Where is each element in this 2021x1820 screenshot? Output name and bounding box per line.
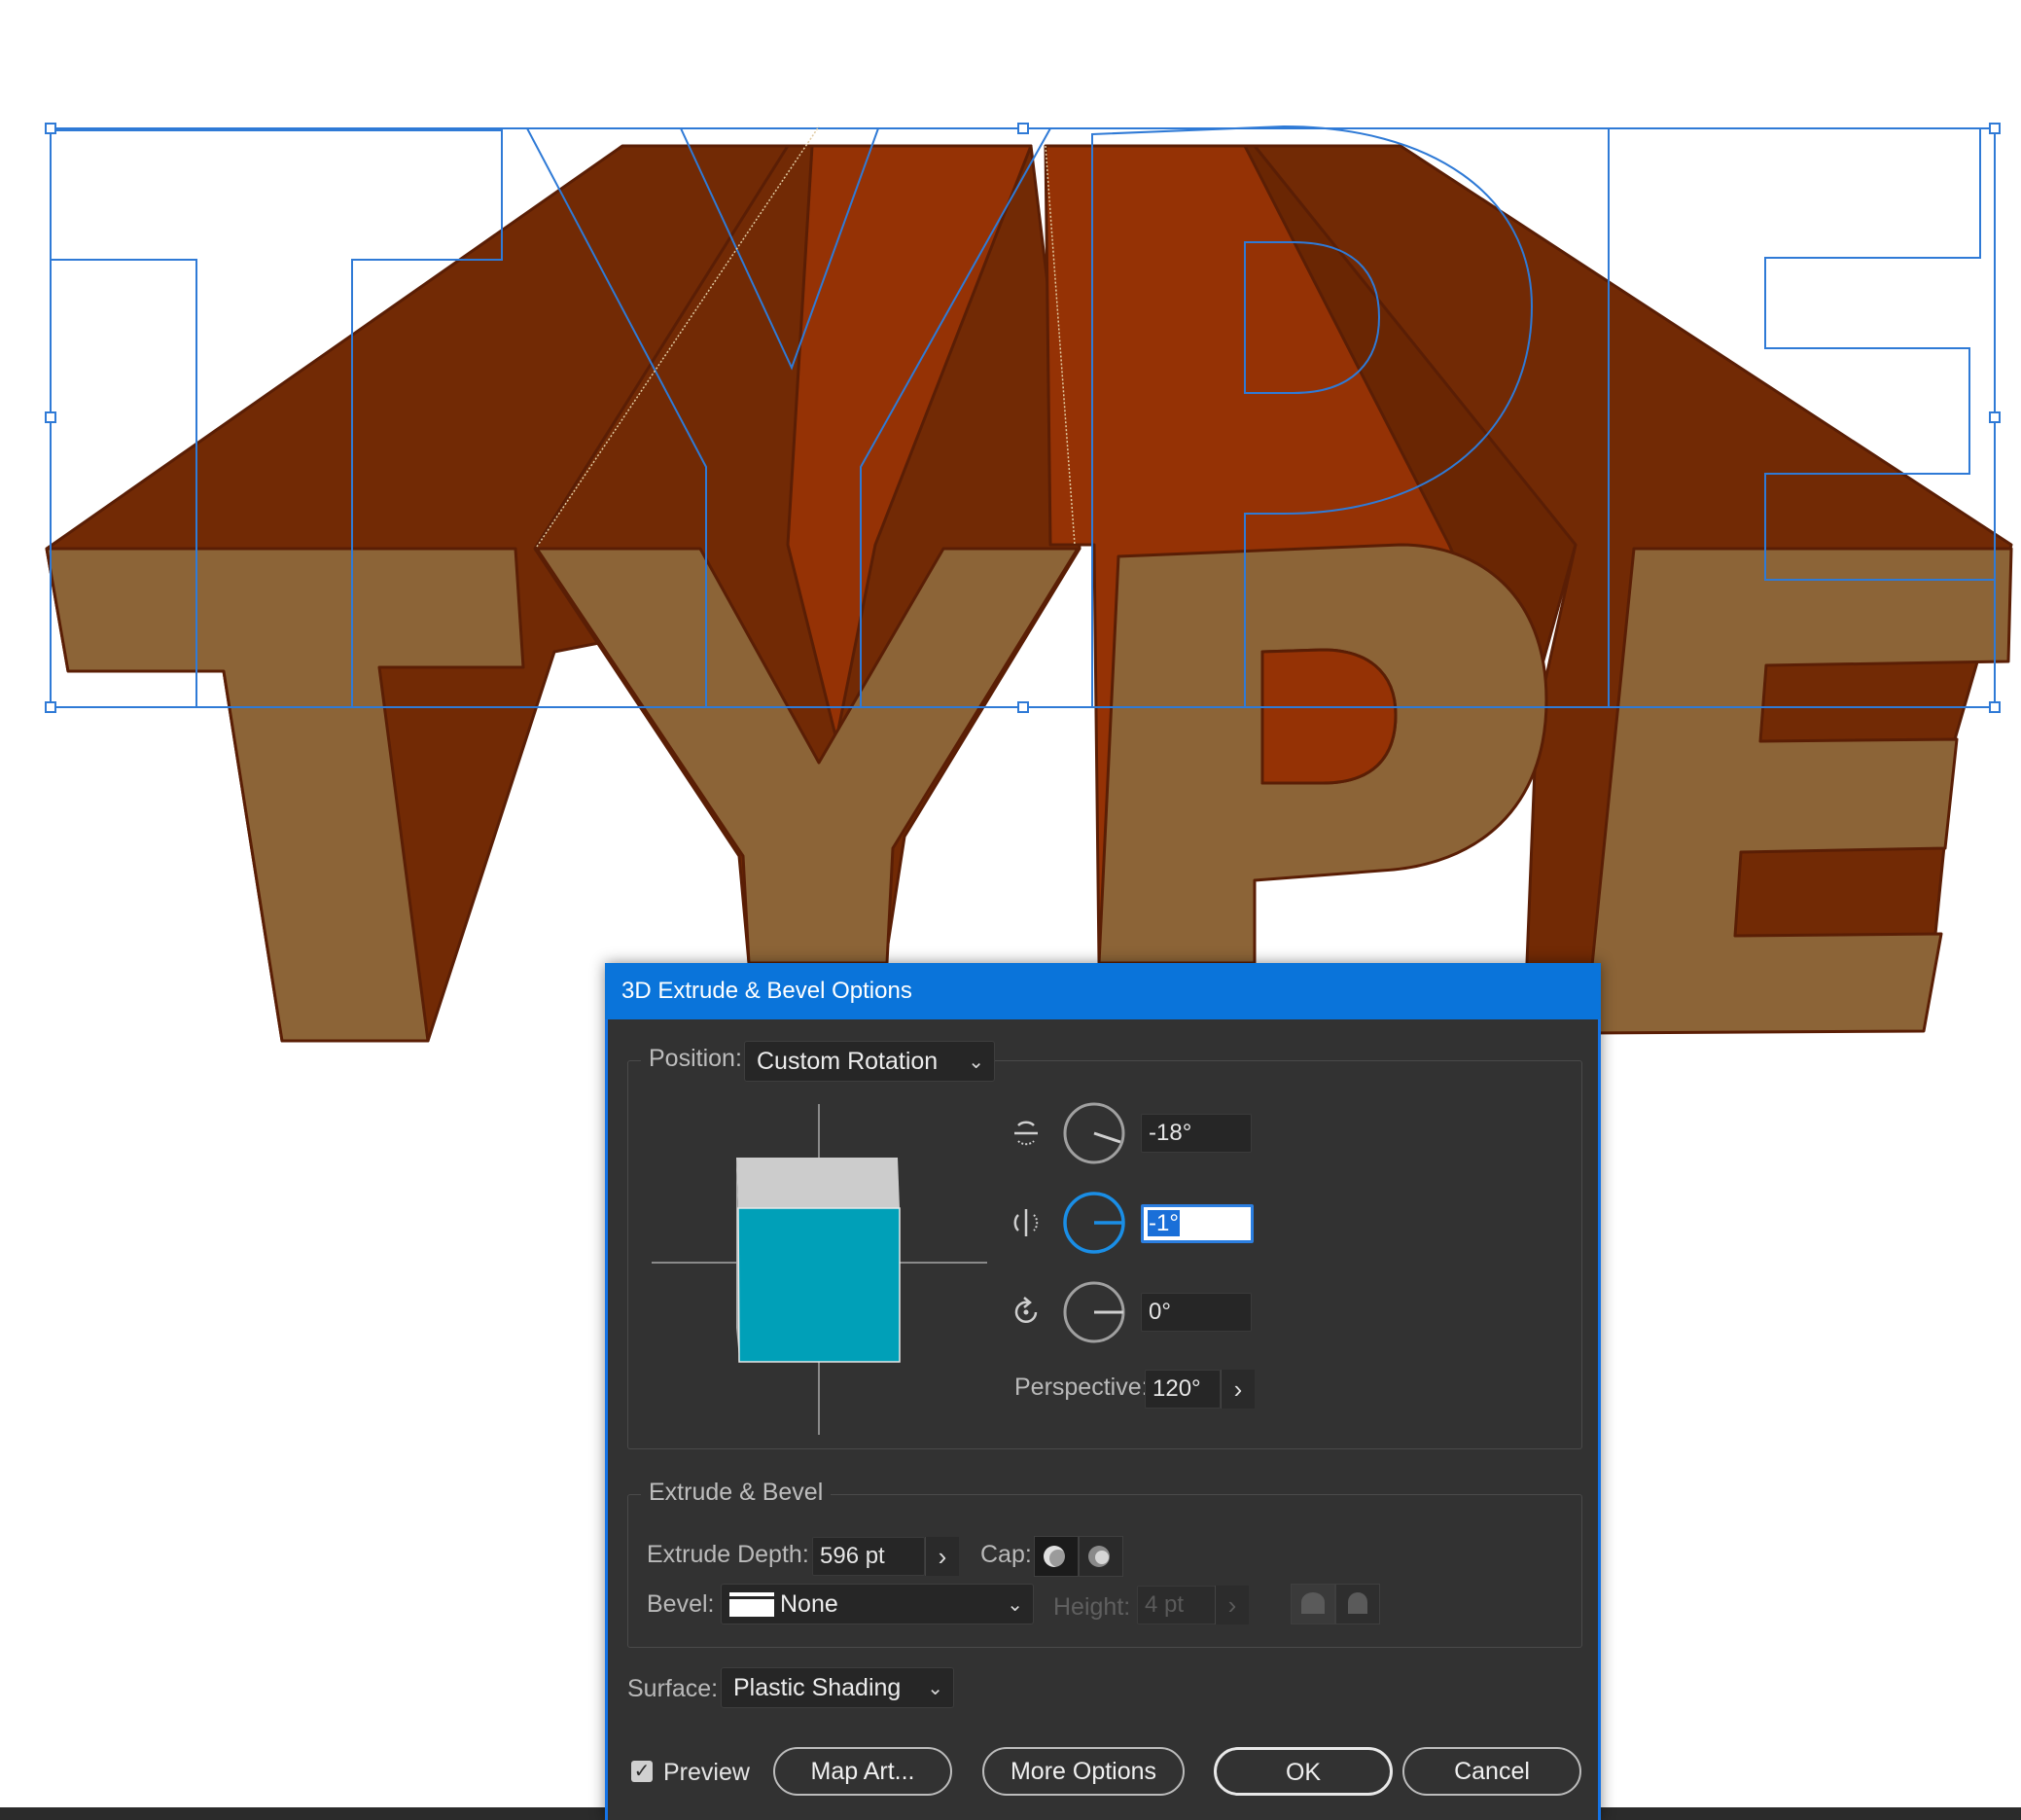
y-rotation-value: -1° — [1148, 1210, 1180, 1236]
position-dropdown-value: Custom Rotation — [757, 1048, 939, 1075]
map-art-button[interactable]: Map Art... — [773, 1747, 952, 1796]
surface-label: Surface: — [627, 1675, 719, 1702]
chevron-right-icon: › — [1227, 1590, 1237, 1620]
x-rotation-dial[interactable] — [1062, 1101, 1126, 1165]
preview-label[interactable]: Preview — [663, 1759, 750, 1787]
handle-top-center[interactable] — [1017, 123, 1029, 134]
handle-bottom-left[interactable] — [45, 701, 56, 713]
bevel-label: Bevel: — [647, 1590, 715, 1618]
surface-dropdown[interactable]: Plastic Shading ⌄ — [721, 1667, 954, 1708]
height-slider-toggle: › — [1215, 1586, 1249, 1624]
rotate-x-axis-icon — [1014, 1121, 1038, 1146]
dialog-title[interactable]: 3D Extrude & Bevel Options — [605, 963, 1601, 1019]
extrude-depth-label: Extrude Depth: — [647, 1541, 809, 1568]
height-label: Height: — [1053, 1593, 1131, 1621]
perspective-label: Perspective: — [1014, 1374, 1149, 1401]
rotate-z-axis-icon — [1014, 1297, 1038, 1324]
cap-on-button[interactable] — [1034, 1536, 1079, 1577]
x-rotation-field[interactable]: -18° — [1141, 1114, 1252, 1153]
bevel-in-icon — [1348, 1592, 1367, 1614]
chevron-down-icon: ⌄ — [968, 1052, 984, 1073]
extrude-bevel-section-title: Extrude & Bevel — [641, 1479, 832, 1507]
cap-off-icon — [1088, 1546, 1110, 1567]
checkmark-icon: ✓ — [633, 1761, 651, 1782]
y-rotation-field[interactable]: -1° — [1141, 1204, 1254, 1243]
cap-label: Cap: — [980, 1541, 1032, 1568]
bevel-dropdown[interactable]: None ⌄ — [721, 1584, 1034, 1624]
y-rotation-dial[interactable] — [1062, 1191, 1126, 1255]
handle-middle-left[interactable] — [45, 411, 56, 423]
extrude-depth-field[interactable]: 596 pt — [812, 1537, 925, 1576]
chevron-down-icon: ⌄ — [927, 1678, 943, 1699]
ok-button[interactable]: OK — [1214, 1747, 1393, 1796]
more-options-button[interactable]: More Options — [982, 1747, 1185, 1796]
preview-checkbox[interactable]: ✓ — [631, 1761, 653, 1782]
perspective-field[interactable]: 120° — [1145, 1370, 1221, 1409]
handle-top-left[interactable] — [45, 123, 56, 134]
chevron-right-icon: › — [1233, 1374, 1243, 1404]
rotate-y-axis-icon — [1013, 1209, 1039, 1236]
extruded-type-artwork[interactable] — [45, 144, 2013, 1043]
surface-dropdown-value: Plastic Shading — [733, 1674, 902, 1701]
handle-bottom-right[interactable] — [1989, 701, 2001, 713]
position-dropdown[interactable]: Custom Rotation ⌄ — [744, 1041, 995, 1082]
z-rotation-dial[interactable] — [1062, 1280, 1126, 1344]
position-label: Position: — [641, 1045, 750, 1073]
cancel-button[interactable]: Cancel — [1402, 1747, 1581, 1796]
p-counter-inner — [1260, 648, 1398, 785]
extrude-depth-slider-toggle[interactable]: › — [925, 1537, 959, 1576]
bevel-dropdown-value: None — [780, 1590, 838, 1618]
z-rotation-field[interactable]: 0° — [1141, 1293, 1252, 1332]
bevel-out-button — [1291, 1584, 1335, 1624]
handle-middle-right[interactable] — [1989, 411, 2001, 423]
perspective-slider-toggle[interactable]: › — [1221, 1370, 1255, 1409]
chevron-down-icon: ⌄ — [1007, 1594, 1023, 1616]
track-cube[interactable] — [652, 1104, 987, 1435]
cap-off-button[interactable] — [1079, 1536, 1123, 1577]
chevron-right-icon: › — [938, 1542, 947, 1571]
bevel-swatch — [729, 1592, 774, 1620]
bevel-in-button — [1335, 1584, 1380, 1624]
handle-top-right[interactable] — [1989, 123, 2001, 134]
extrude-bevel-dialog: 3D Extrude & Bevel Options Position: Cus… — [605, 963, 1601, 1820]
cube-front-face — [737, 1207, 901, 1363]
cube-top-face — [736, 1158, 900, 1208]
bevel-out-icon — [1301, 1592, 1325, 1614]
e-face — [1583, 547, 2013, 1035]
handle-bottom-center[interactable] — [1017, 701, 1029, 713]
cap-on-icon — [1044, 1546, 1067, 1567]
